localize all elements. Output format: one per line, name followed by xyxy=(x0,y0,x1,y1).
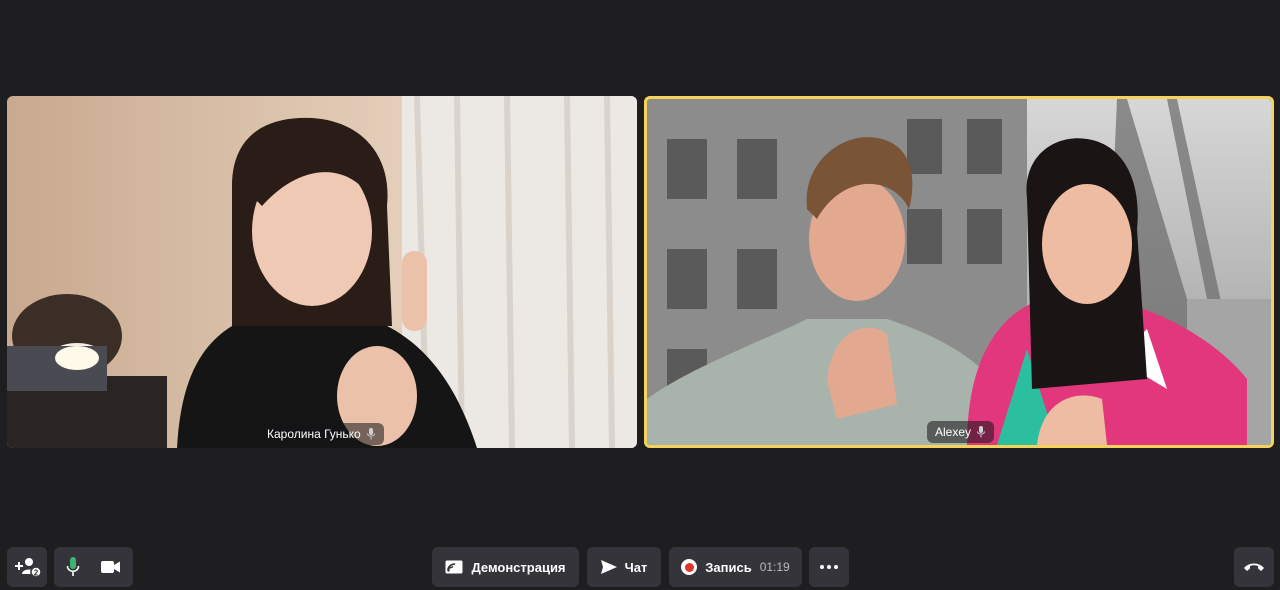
more-icon xyxy=(820,565,838,569)
invite-participants-button[interactable]: 2 xyxy=(7,547,47,587)
record-icon xyxy=(681,559,698,575)
record-label: Запись xyxy=(705,559,752,575)
participant-name: Каролина Гунько xyxy=(267,427,361,441)
send-icon xyxy=(600,560,617,574)
mic-icon xyxy=(977,426,986,438)
call-toolbar: 2 Демонстрация Чат Запись 01:19 xyxy=(0,547,1280,587)
add-participant-icon: 2 xyxy=(15,558,41,578)
media-controls xyxy=(54,547,133,587)
mic-icon[interactable] xyxy=(66,557,80,577)
hangup-icon xyxy=(1244,563,1264,571)
participant-name: Alexey xyxy=(935,425,972,439)
video-feed-alexey xyxy=(647,99,1271,445)
video-tile-alexey[interactable]: Alexey xyxy=(644,96,1274,448)
screen-share-button[interactable]: Демонстрация xyxy=(432,547,579,587)
invite-badge: 2 xyxy=(34,569,39,578)
video-tile-karolina[interactable]: Каролина Гунько xyxy=(7,96,637,448)
chat-button[interactable]: Чат xyxy=(587,547,661,587)
more-options-button[interactable] xyxy=(809,547,849,587)
record-timer: 01:19 xyxy=(759,560,790,574)
camera-icon[interactable] xyxy=(100,560,121,574)
participant-name-tag: Каролина Гунько xyxy=(259,423,384,445)
screen-share-label: Демонстрация xyxy=(471,559,566,575)
record-button[interactable]: Запись 01:19 xyxy=(669,547,802,587)
screen-share-icon xyxy=(445,560,463,574)
mic-icon xyxy=(366,428,375,440)
hangup-button[interactable] xyxy=(1234,547,1274,587)
video-feed-karolina xyxy=(7,96,637,448)
participant-name-tag: Alexey xyxy=(927,421,995,443)
chat-label: Чат xyxy=(624,559,648,575)
